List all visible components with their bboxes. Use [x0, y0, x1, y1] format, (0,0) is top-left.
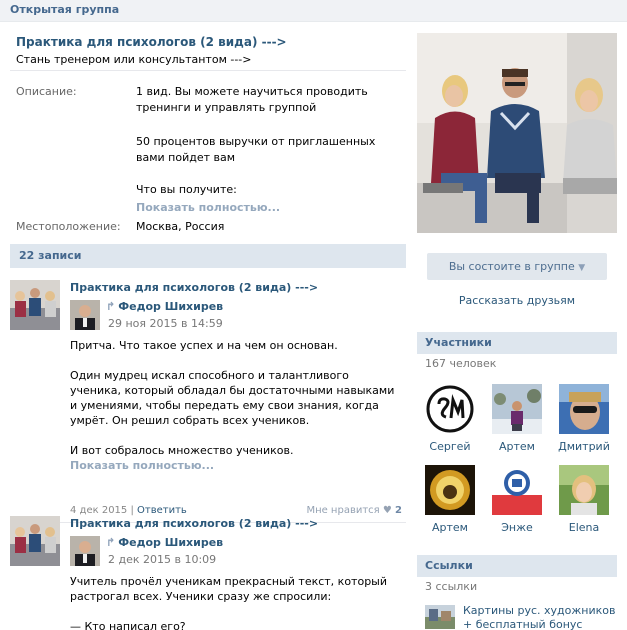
members-count[interactable]: 167 человек	[425, 357, 496, 370]
sidebar: Вы состоите в группе ▼ Рассказать друзья…	[417, 22, 627, 630]
author-avatar[interactable]	[70, 536, 100, 566]
member-avatar[interactable]	[425, 384, 475, 434]
post-author[interactable]: ↱ Федор Шихирев	[106, 300, 223, 313]
description-line-3: Что вы получите:	[136, 183, 237, 196]
post-author[interactable]: ↱ Федор Шихирев	[106, 536, 223, 549]
post-paragraph: Притча. Что такое успех и на чем он осно…	[70, 339, 338, 352]
member-avatar[interactable]	[559, 465, 609, 515]
description-label: Описание:	[16, 85, 77, 98]
member-name[interactable]: Артем	[484, 440, 550, 453]
description-line-2: 50 процентов выручки от приглашенных вам…	[136, 135, 376, 164]
post-date[interactable]: 2 дек 2015 в 10:09	[108, 553, 216, 566]
posts-header[interactable]: 22 записи	[10, 244, 406, 268]
members-title: Участники	[425, 336, 492, 349]
member-name[interactable]: Артем	[417, 521, 483, 534]
reply-link[interactable]: Ответить	[137, 505, 187, 516]
group-thumbnail[interactable]	[10, 280, 60, 330]
author-name[interactable]: Федор Шихирев	[118, 300, 223, 313]
group-type-bar: Открытая группа	[0, 0, 627, 22]
main-column: Практика для психологов (2 вида) ---> Ст…	[0, 22, 410, 630]
like-button[interactable]: Мне нравится ♥ 2	[306, 505, 402, 516]
member-item[interactable]: Сергей	[417, 384, 483, 453]
member-item[interactable]: Энже	[484, 465, 550, 534]
location-label: Местоположение:	[16, 220, 121, 233]
member-name[interactable]: Сергей	[417, 440, 483, 453]
links-title: Ссылки	[425, 559, 473, 572]
members-header[interactable]: Участники	[417, 332, 617, 354]
post-date[interactable]: 29 ноя 2015 в 14:59	[108, 317, 223, 330]
member-avatar[interactable]	[425, 465, 475, 515]
member-item[interactable]: Elena	[551, 465, 617, 534]
group-thumbnail[interactable]	[10, 516, 60, 566]
post-footer: 4 дек 2015 | Ответить Мне нравится ♥ 2	[70, 505, 402, 516]
member-name[interactable]: Elena	[551, 521, 617, 534]
member-avatar[interactable]	[492, 384, 542, 434]
member-item[interactable]: Артем	[484, 384, 550, 453]
repost-icon: ↱	[106, 536, 116, 549]
post-text: Учитель прочёл ученикам прекрасный текст…	[70, 574, 400, 630]
wall-post: Практика для психологов (2 вида) ---> ↱ Ф…	[10, 516, 406, 630]
member-item[interactable]: Артем	[417, 465, 483, 534]
post-paragraph: Один мудрец искал способного и талантлив…	[70, 369, 395, 427]
member-name[interactable]: Энже	[484, 521, 550, 534]
footer-date[interactable]: 4 дек 2015	[70, 505, 127, 516]
post-text: Притча. Что такое успех и на чем он осно…	[70, 338, 400, 473]
link-thumbnail[interactable]	[425, 605, 455, 629]
repost-icon: ↱	[106, 300, 116, 313]
links-header[interactable]: Ссылки	[417, 555, 617, 577]
member-avatar[interactable]	[492, 465, 542, 515]
post-paragraph: — Кто написал его?	[70, 620, 186, 630]
post-group-link[interactable]: Практика для психологов (2 вида) --->	[70, 281, 318, 294]
post-show-more[interactable]: Показать полностью...	[70, 458, 400, 473]
link-title[interactable]: Картины рус. художников + бесплатный бон…	[463, 604, 619, 630]
member-item[interactable]: Дмитрий	[551, 384, 617, 453]
post-paragraph: И вот собралось множество учеников.	[70, 444, 294, 457]
description-line-1: 1 вид. Вы можете научиться проводить тре…	[136, 85, 368, 114]
group-status: Стань тренером или консультантом --->	[16, 53, 252, 66]
heart-icon: ♥	[382, 505, 392, 516]
membership-label: Вы состоите в группе	[448, 260, 575, 273]
show-more-link[interactable]: Показать полностью...	[136, 200, 406, 216]
like-label: Мне нравится	[306, 505, 380, 516]
chevron-down-icon: ▼	[578, 263, 586, 273]
group-type-label: Открытая группа	[10, 3, 120, 16]
membership-button[interactable]: Вы состоите в группе ▼	[427, 253, 607, 280]
divider	[10, 70, 406, 71]
tell-friends-link[interactable]: Рассказать друзьям	[417, 294, 617, 307]
posts-count: 22 записи	[19, 249, 82, 262]
links-count[interactable]: 3 ссылки	[425, 580, 477, 593]
group-title[interactable]: Практика для психологов (2 вида) --->	[16, 35, 287, 49]
member-avatar[interactable]	[559, 384, 609, 434]
wall-post: Практика для психологов (2 вида) ---> ↱ Ф…	[10, 280, 406, 516]
author-name[interactable]: Федор Шихирев	[118, 536, 223, 549]
post-group-link[interactable]: Практика для психологов (2 вида) --->	[70, 517, 318, 530]
author-avatar[interactable]	[70, 300, 100, 330]
like-count: 2	[395, 505, 402, 516]
location-value: Москва, Россия	[136, 220, 225, 233]
member-name[interactable]: Дмитрий	[551, 440, 617, 453]
post-paragraph: Учитель прочёл ученикам прекрасный текст…	[70, 575, 388, 603]
group-cover-photo[interactable]	[417, 33, 617, 233]
